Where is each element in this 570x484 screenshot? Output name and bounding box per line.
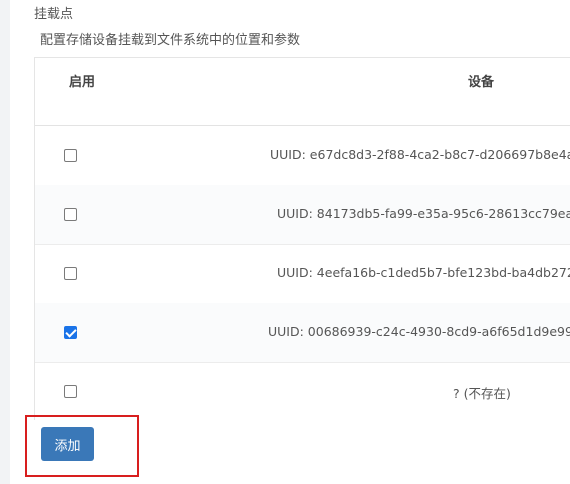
highlight-box [25,415,139,477]
table-row: UUID: 00686939-c24c-4930-8cd9-a6f65d1d9e… [35,303,570,363]
mount-points-table: 启用 设备 UUID: e67dc8d3-2f88-4ca2-b8c7-d206… [34,57,570,420]
column-header-enable: 启用 [69,75,96,90]
enable-checkbox[interactable] [64,149,77,162]
section-description: 配置存储设备挂载到文件系统中的位置和参数 [40,33,301,48]
table-row: UUID: 84173db5-fa99-e35a-95c6-28613cc79e… [35,185,570,245]
enable-checkbox[interactable] [64,208,77,221]
section-title: 挂载点 [34,7,74,22]
left-gutter [0,0,10,484]
enable-checkbox[interactable] [64,385,77,398]
device-label: UUID: 00686939-c24c-4930-8cd9-a6f65d1d9e… [268,324,570,339]
table-row: UUID: 4eefa16b-c1ded5b7-bfe123bd-ba4db27… [35,244,570,304]
table-row: ? (不存在) [35,362,570,420]
device-label: ? (不存在) [453,386,511,401]
column-header-device: 设备 [468,75,495,90]
enable-checkbox[interactable] [64,326,77,339]
device-label: UUID: 4eefa16b-c1ded5b7-bfe123bd-ba4db27… [277,265,570,280]
device-label: UUID: 84173db5-fa99-e35a-95c6-28613cc79e… [277,206,570,221]
enable-checkbox[interactable] [64,267,77,280]
device-label: UUID: e67dc8d3-2f88-4ca2-b8c7-d206697b8e… [270,147,570,162]
table-header: 启用 设备 [35,58,570,126]
table-row: UUID: e67dc8d3-2f88-4ca2-b8c7-d206697b8e… [35,126,570,186]
